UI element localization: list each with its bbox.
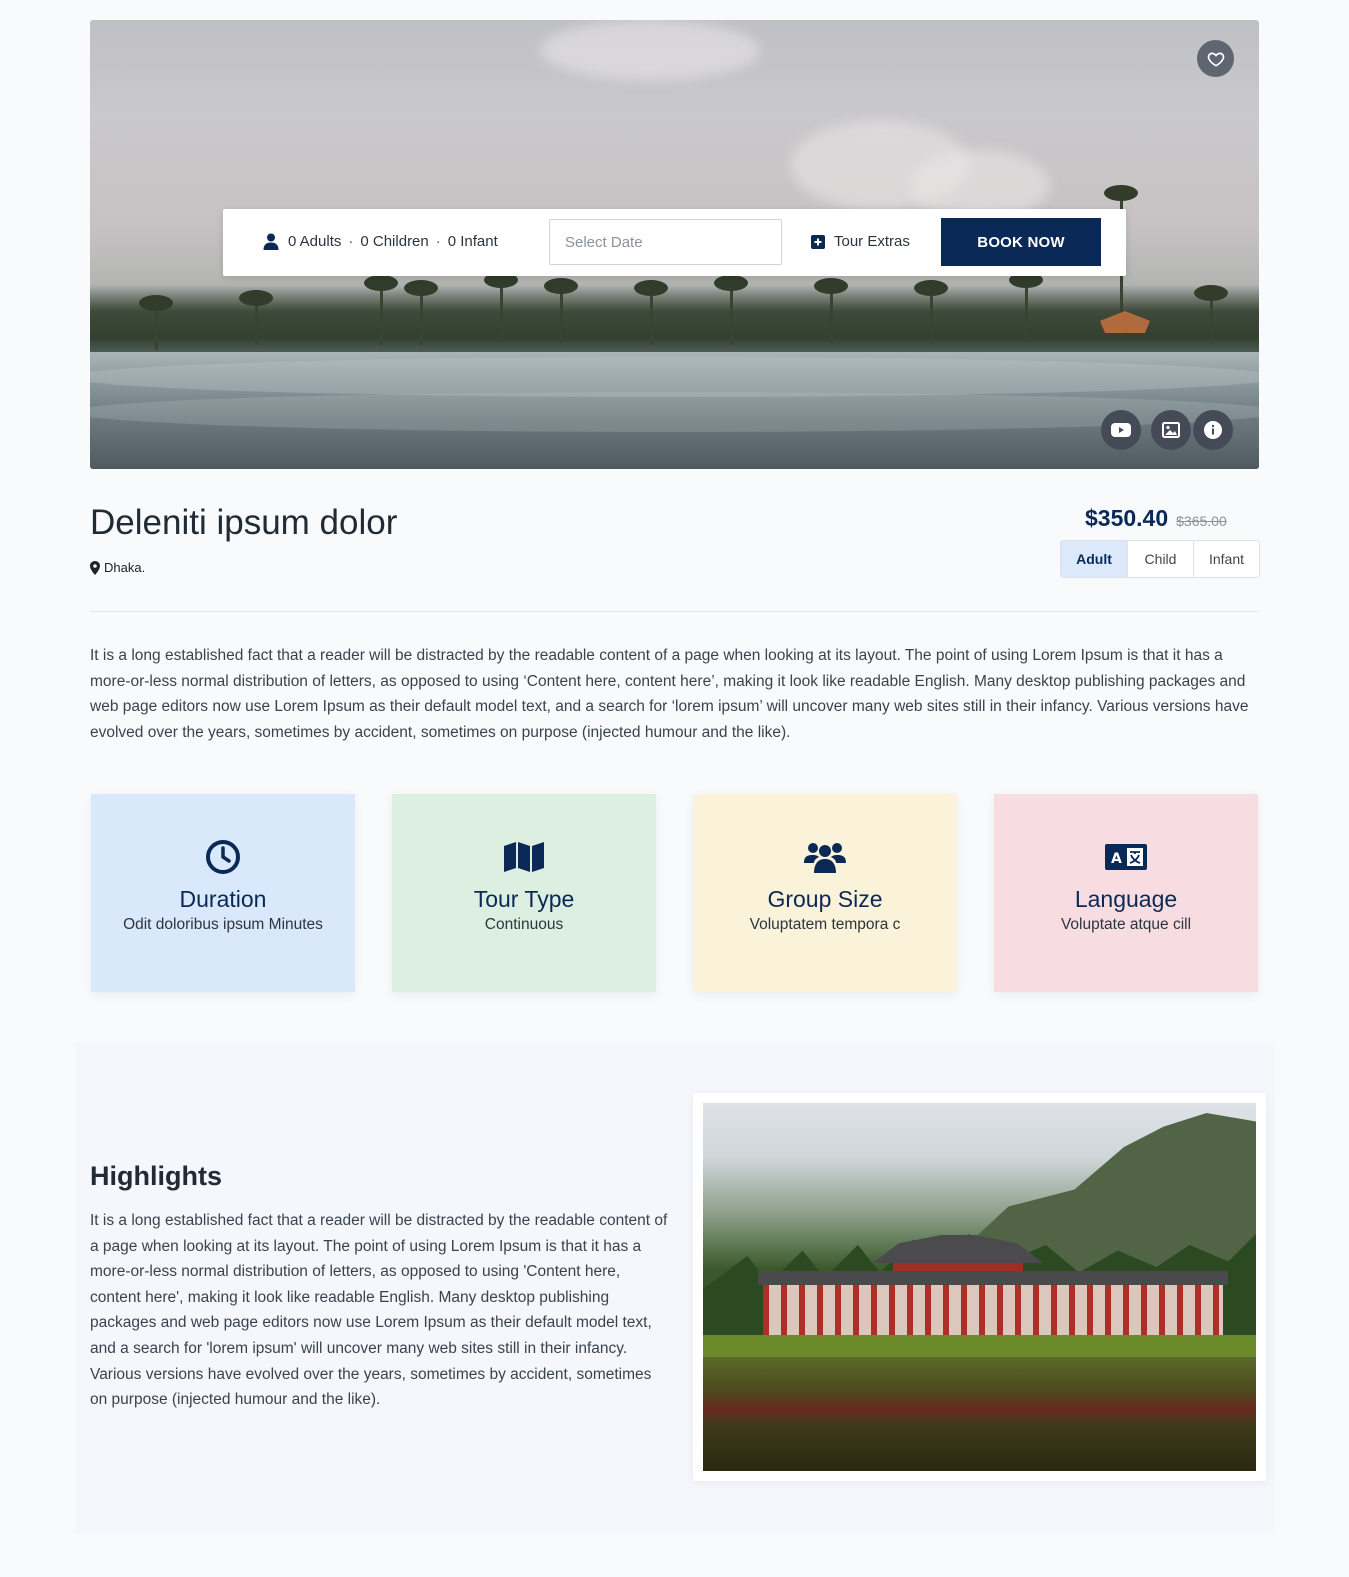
hero-cloud <box>540 20 760 80</box>
temple-wing-roof <box>758 1271 1228 1285</box>
palm-tree <box>139 295 173 350</box>
video-button[interactable] <box>1101 410 1141 450</box>
feature-title: Group Size <box>767 886 883 912</box>
tab-infant[interactable]: Infant <box>1193 541 1259 577</box>
plus-square-icon <box>811 234 825 249</box>
highlights-image <box>703 1103 1256 1471</box>
tour-description: It is a long established fact that a rea… <box>90 647 1249 741</box>
user-icon <box>263 233 279 250</box>
palm-tree <box>1009 272 1043 342</box>
palm-tree <box>634 280 668 345</box>
palm-tree <box>814 278 848 343</box>
palm-tree <box>404 280 438 345</box>
children-count: 0 Children <box>360 233 429 250</box>
clock-icon <box>206 840 240 874</box>
temple-columns <box>763 1285 1223 1340</box>
highlights-image-frame <box>693 1093 1266 1481</box>
date-input[interactable] <box>549 219 782 265</box>
info-button[interactable] <box>1193 410 1233 450</box>
map-icon <box>504 842 544 872</box>
guests-selector[interactable]: 0 Adults · 0 Children · 0 Infant <box>263 233 498 250</box>
svg-text:A: A <box>1111 851 1122 867</box>
favorite-button[interactable] <box>1197 40 1234 77</box>
tab-child[interactable]: Child <box>1127 541 1193 577</box>
feature-value: Voluptatem tempora c <box>749 916 901 933</box>
original-price: $365.00 <box>1176 513 1227 529</box>
map-marker-icon <box>90 560 100 575</box>
image-icon <box>1162 422 1180 438</box>
hero-wave <box>90 357 1259 397</box>
price-display: $350.40 $365.00 <box>1085 505 1227 532</box>
feature-value: Odit doloribus ipsum Minutes <box>123 916 323 933</box>
palm-tree <box>914 280 948 340</box>
tour-location: Dhaka. <box>90 560 145 575</box>
location-text: Dhaka. <box>104 560 146 575</box>
tour-extras-label: Tour Extras <box>834 233 910 250</box>
palm-tree <box>544 278 578 343</box>
palm-tree <box>714 275 748 345</box>
tour-extras-toggle[interactable]: Tour Extras <box>811 233 910 250</box>
feature-card-language: A Language Voluptate atque cill <box>994 794 1258 992</box>
palm-tree <box>364 275 398 345</box>
feature-value: Continuous <box>484 916 564 933</box>
separator: · <box>435 233 441 250</box>
highlights-text: It is a long established fact that a rea… <box>90 1212 668 1409</box>
gallery-button[interactable] <box>1151 410 1191 450</box>
youtube-icon <box>1111 423 1131 437</box>
book-now-button[interactable]: BOOK NOW <box>941 218 1101 266</box>
tab-adult[interactable]: Adult <box>1061 541 1127 577</box>
feature-title: Language <box>1074 886 1178 912</box>
palm-tree <box>1194 285 1228 340</box>
tour-title: Deleniti ipsum dolor <box>90 503 398 542</box>
palm-tree <box>239 290 273 345</box>
adults-count: 0 Adults <box>288 233 342 250</box>
feature-card-group-size: Group Size Voluptatem tempora c <box>693 794 957 992</box>
divider <box>90 611 1259 612</box>
current-price: $350.40 <box>1085 505 1169 531</box>
heart-icon <box>1207 52 1224 67</box>
price-type-tabs: Adult Child Infant <box>1060 540 1260 578</box>
highlights-title: Highlights <box>90 1161 222 1191</box>
hero-wave <box>90 392 1259 432</box>
feature-title: Duration <box>179 886 267 912</box>
language-icon: A <box>1105 844 1147 870</box>
feature-value: Voluptate atque cill <box>1060 916 1192 933</box>
feature-card-tour-type: Tour Type Continuous <box>392 794 656 992</box>
infant-count: 0 Infant <box>447 233 498 250</box>
info-icon <box>1204 421 1222 439</box>
hero-water <box>90 352 1259 469</box>
palm-tree <box>484 272 518 342</box>
image-lawn <box>703 1335 1256 1357</box>
image-reflection <box>703 1357 1256 1471</box>
feature-title: Tour Type <box>473 886 575 912</box>
booking-bar: 0 Adults · 0 Children · 0 Infant Tour Ex… <box>223 209 1126 276</box>
users-icon <box>804 843 846 873</box>
feature-card-duration: Duration Odit doloribus ipsum Minutes <box>91 794 355 992</box>
separator: · <box>348 233 354 250</box>
